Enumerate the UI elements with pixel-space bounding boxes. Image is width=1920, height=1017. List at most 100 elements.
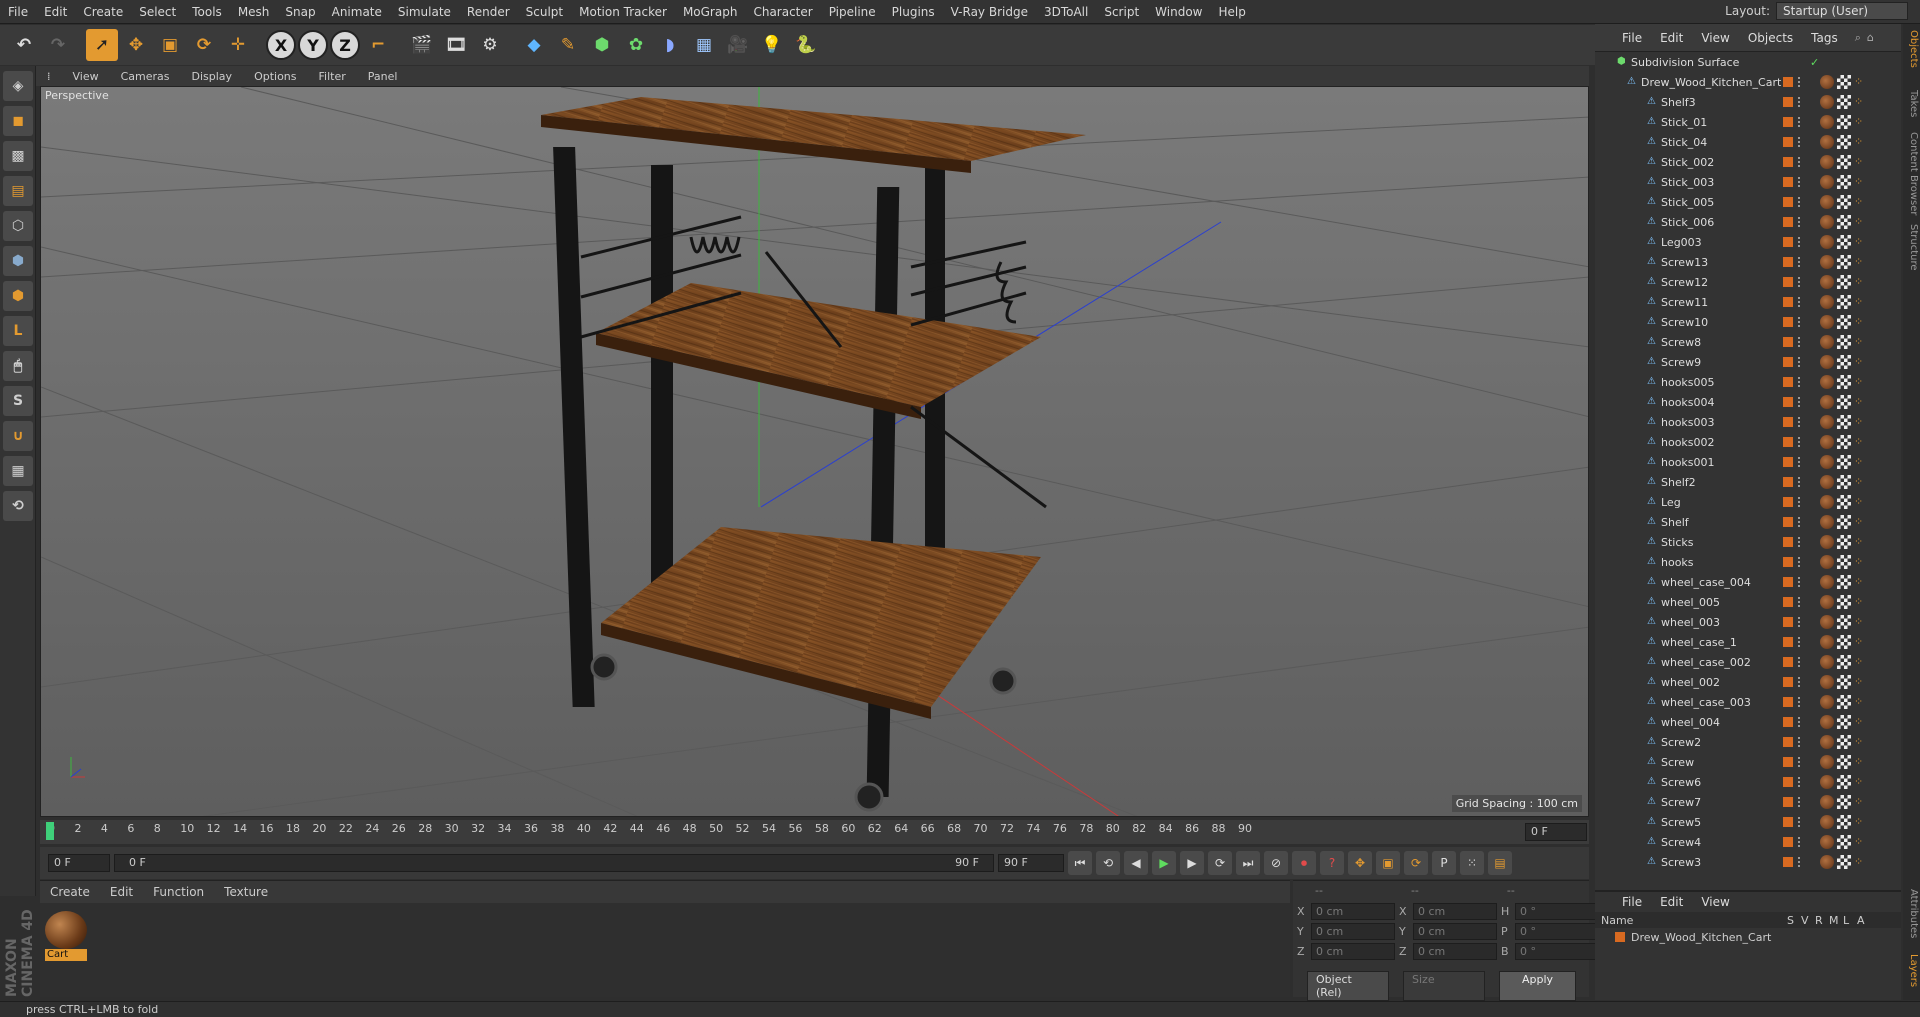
current-frame-field[interactable]: 0 F	[48, 854, 110, 872]
next-key-icon[interactable]: ⟳	[1208, 851, 1232, 875]
material-tag-icon[interactable]	[1820, 455, 1834, 469]
texture-mode-icon[interactable]: ▩	[3, 141, 33, 171]
tree-row[interactable]: ⚠ wheel_003 ⁘	[1595, 612, 1901, 632]
visibility-dots-icon[interactable]	[1798, 137, 1802, 147]
texture-tag-icon[interactable]	[1837, 695, 1851, 709]
texture-tag-icon[interactable]	[1837, 395, 1851, 409]
phong-tag-icon[interactable]: ⁘	[1854, 635, 1864, 649]
timeline-ruler[interactable]: 0246810121416182022242628303234363840424…	[40, 820, 1589, 844]
render-settings-icon[interactable]: ⚙	[474, 29, 506, 61]
menu-render[interactable]: Render	[459, 0, 518, 24]
phong-tag-icon[interactable]: ⁘	[1854, 695, 1864, 709]
layer-color-swatch[interactable]	[1783, 397, 1793, 407]
layer-color-swatch[interactable]	[1783, 517, 1793, 527]
layer-color-swatch[interactable]	[1783, 837, 1793, 847]
tree-row[interactable]: ⚠ wheel_case_1 ⁘	[1595, 632, 1901, 652]
phong-tag-icon[interactable]: ⁘	[1854, 855, 1864, 869]
tree-row[interactable]: ⚠ hooks ⁘	[1595, 552, 1901, 572]
home-icon[interactable]: ⌂	[1867, 31, 1874, 44]
texture-tag-icon[interactable]	[1837, 275, 1851, 289]
polygons-mode-icon[interactable]: ⬢	[3, 281, 33, 311]
visibility-dots-icon[interactable]	[1798, 657, 1802, 667]
phong-tag-icon[interactable]: ⁘	[1854, 335, 1864, 349]
texture-tag-icon[interactable]	[1837, 715, 1851, 729]
texture-tag-icon[interactable]	[1837, 595, 1851, 609]
material-menu-texture[interactable]: Texture	[214, 885, 278, 899]
layer-color-swatch[interactable]	[1783, 337, 1793, 347]
visibility-dots-icon[interactable]	[1798, 477, 1802, 487]
side-tab-objects[interactable]: Objects	[1904, 30, 1919, 68]
side-tab-takes[interactable]: Takes	[1904, 90, 1919, 117]
tree-row[interactable]: ⚠ Screw4 ⁘	[1595, 832, 1901, 852]
tree-row[interactable]: ⚠ hooks002 ⁘	[1595, 432, 1901, 452]
go-to-end-icon[interactable]: ⏭	[1236, 851, 1260, 875]
material-tag-icon[interactable]	[1820, 215, 1834, 229]
visibility-dots-icon[interactable]	[1798, 157, 1802, 167]
material-tag-icon[interactable]	[1820, 195, 1834, 209]
texture-tag-icon[interactable]	[1837, 475, 1851, 489]
side-tab-structure[interactable]: Structure	[1904, 224, 1919, 271]
texture-tag-icon[interactable]	[1837, 115, 1851, 129]
light-icon[interactable]: 💡	[756, 29, 788, 61]
viewport-menu-view[interactable]: View	[62, 70, 110, 83]
layer-color-swatch[interactable]	[1783, 857, 1793, 867]
material-tag-icon[interactable]	[1820, 615, 1834, 629]
snap-icon[interactable]: ∪	[3, 421, 33, 451]
size-y-field[interactable]: 0 cm	[1413, 923, 1497, 940]
material-tag-icon[interactable]	[1820, 295, 1834, 309]
phong-tag-icon[interactable]: ⁘	[1854, 535, 1864, 549]
visibility-dots-icon[interactable]	[1798, 117, 1802, 127]
layer-color-swatch[interactable]	[1783, 577, 1793, 587]
texture-tag-icon[interactable]	[1837, 495, 1851, 509]
rotation-b-field[interactable]: 0 °	[1515, 943, 1599, 960]
tree-row[interactable]: ⚠ Screw13 ⁘	[1595, 252, 1901, 272]
phong-tag-icon[interactable]: ⁘	[1854, 655, 1864, 669]
edges-mode-icon[interactable]: ⬢	[3, 246, 33, 276]
tree-row[interactable]: ⚠ hooks005 ⁘	[1595, 372, 1901, 392]
menu-3dtoall[interactable]: 3DToAll	[1036, 0, 1096, 24]
texture-tag-icon[interactable]	[1837, 215, 1851, 229]
tree-row[interactable]: ⚠ Stick_04 ⁘	[1595, 132, 1901, 152]
viewport-menu-filter[interactable]: Filter	[308, 70, 357, 83]
texture-tag-icon[interactable]	[1837, 675, 1851, 689]
layer-color-swatch[interactable]	[1783, 177, 1793, 187]
tree-row[interactable]: ⚠ Screw7 ⁘	[1595, 792, 1901, 812]
planar-workplane-icon[interactable]: ⟲	[3, 491, 33, 521]
menu-simulate[interactable]: Simulate	[390, 0, 459, 24]
material-menu-create[interactable]: Create	[40, 885, 100, 899]
material-tag-icon[interactable]	[1820, 335, 1834, 349]
side-tab-content-browser[interactable]: Content Browser	[1904, 132, 1919, 215]
tree-row[interactable]: ⚠ Screw2 ⁘	[1595, 732, 1901, 752]
menu-help[interactable]: Help	[1210, 0, 1253, 24]
visibility-dots-icon[interactable]	[1798, 697, 1802, 707]
menu-create[interactable]: Create	[75, 0, 131, 24]
tree-row[interactable]: ⚠ Screw8 ⁘	[1595, 332, 1901, 352]
tree-row[interactable]: ⚠ hooks004 ⁘	[1595, 392, 1901, 412]
key-param-icon[interactable]: P	[1432, 851, 1456, 875]
tree-row-root[interactable]: ⬢ Subdivision Surface ✓	[1595, 52, 1901, 72]
phong-tag-icon[interactable]: ⁘	[1854, 295, 1864, 309]
pen-spline-icon[interactable]: ✎	[552, 29, 584, 61]
phong-tag-icon[interactable]: ⁘	[1854, 275, 1864, 289]
phong-tag-icon[interactable]: ⁘	[1854, 135, 1864, 149]
key-position-icon[interactable]: ✥	[1348, 851, 1372, 875]
layer-color-swatch[interactable]	[1783, 617, 1793, 627]
layer-color-swatch[interactable]	[1783, 697, 1793, 707]
visibility-dots-icon[interactable]	[1798, 717, 1802, 727]
obj-menu-edit[interactable]: Edit	[1651, 31, 1692, 45]
phong-tag-icon[interactable]: ⁘	[1854, 815, 1864, 829]
tree-row[interactable]: ⚠ Stick_002 ⁘	[1595, 152, 1901, 172]
material-tag-icon[interactable]	[1820, 815, 1834, 829]
tree-row[interactable]: ⚠ Stick_005 ⁘	[1595, 192, 1901, 212]
material-tag-icon[interactable]	[1820, 435, 1834, 449]
layer-color-swatch[interactable]	[1783, 737, 1793, 747]
tree-row[interactable]: ⚠ Drew_Wood_Kitchen_Cart ⁘	[1595, 72, 1901, 92]
texture-tag-icon[interactable]	[1837, 515, 1851, 529]
material-tag-icon[interactable]	[1820, 655, 1834, 669]
tree-row[interactable]: ⚠ Screw9 ⁘	[1595, 352, 1901, 372]
phong-tag-icon[interactable]: ⁘	[1854, 715, 1864, 729]
material-tag-icon[interactable]	[1820, 675, 1834, 689]
rotation-h-field[interactable]: 0 °	[1515, 903, 1599, 920]
phong-tag-icon[interactable]: ⁘	[1854, 615, 1864, 629]
tree-row[interactable]: ⚠ Shelf3 ⁘	[1595, 92, 1901, 112]
